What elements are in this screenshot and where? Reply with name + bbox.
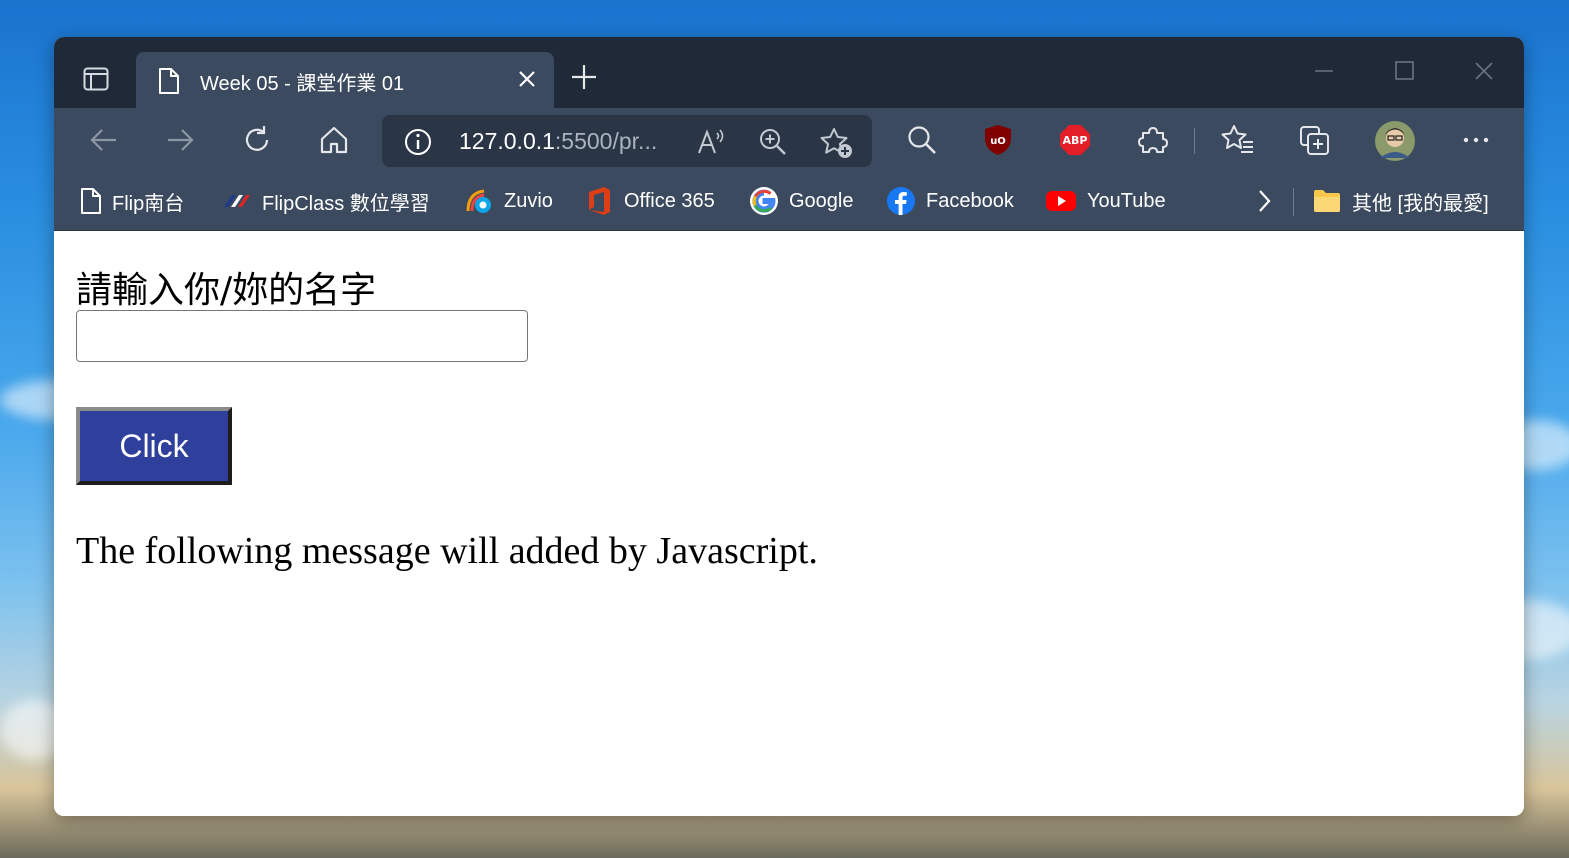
other-favorites-folder[interactable]: 其他 [我的最愛] [1312, 186, 1489, 216]
tab-actions-button[interactable] [74, 59, 118, 99]
office-icon [589, 187, 610, 215]
site-info-icon[interactable] [404, 128, 432, 156]
bookmark-youtube[interactable]: YouTube [1045, 186, 1166, 216]
name-prompt-label: 請輸入你/妳的名字 [76, 270, 377, 311]
avatar[interactable] [1374, 120, 1416, 162]
more-options-icon[interactable] [1460, 124, 1492, 156]
more-favorites-icon[interactable] [1254, 186, 1274, 216]
bookmark-facebook[interactable]: Facebook [886, 186, 1014, 216]
bookmark-google[interactable]: Google [749, 186, 854, 216]
close-tab-icon[interactable] [516, 68, 538, 90]
tab-strip: Week 05 - 課堂作業 01 [54, 37, 1524, 108]
svg-text:ABP: ABP [1063, 134, 1088, 147]
bookmark-flipclass[interactable]: FlipClass 數位學習 [222, 186, 430, 216]
name-input[interactable] [76, 310, 528, 362]
other-favorites-label: 其他 [我的最愛] [1352, 192, 1489, 215]
bookmark-label: Office 365 [624, 189, 715, 212]
ublock-origin-icon[interactable]: uO [983, 124, 1013, 156]
zoom-in-icon[interactable] [758, 127, 788, 157]
address-bar[interactable]: 127.0.0.1:5500/pr... [382, 115, 872, 167]
bookmark-flip-nantai[interactable]: Flip南台 [80, 186, 184, 216]
collections-icon[interactable] [1298, 124, 1332, 156]
bookmark-label: YouTube [1087, 189, 1166, 212]
tab-active[interactable]: Week 05 - 課堂作業 01 [136, 52, 554, 108]
url-text[interactable]: 127.0.0.1:5500/pr... [459, 128, 657, 155]
read-aloud-icon[interactable] [696, 127, 726, 157]
url-host: 127.0.0.1 [459, 128, 555, 154]
flipclass-icon [224, 195, 250, 207]
page-icon [81, 188, 101, 214]
vertical-tabs-icon [83, 67, 109, 91]
forward-icon[interactable] [164, 124, 196, 156]
favorites-separator [1293, 188, 1294, 216]
add-favorite-icon[interactable] [820, 127, 854, 159]
tab-title: Week 05 - 課堂作業 01 [200, 73, 405, 95]
close-window-icon[interactable] [1472, 59, 1496, 83]
adblock-plus-icon[interactable]: ABP [1059, 124, 1091, 156]
page-content: 請輸入你/妳的名字 Click The following message wi… [54, 231, 1524, 816]
bookmark-label: Facebook [926, 189, 1014, 212]
favorites-icon[interactable] [1221, 124, 1255, 156]
search-icon[interactable] [906, 124, 938, 156]
back-icon[interactable] [88, 124, 120, 156]
bookmark-zuvio[interactable]: Zuvio [464, 186, 553, 216]
bookmark-label: Zuvio [504, 189, 553, 212]
bookmark-label: Flip南台 [112, 192, 185, 215]
navigation-toolbar: 127.0.0.1:5500/pr... uO ABP [54, 108, 1524, 172]
bookmark-office-365[interactable]: Office 365 [586, 186, 715, 216]
url-path: :5500/pr... [554, 128, 658, 154]
minimize-icon[interactable] [1312, 59, 1336, 83]
click-button[interactable]: Click [76, 407, 232, 485]
youtube-icon [1046, 191, 1076, 211]
toolbar-separator [1194, 128, 1195, 154]
svg-text:uO: uO [990, 136, 1006, 147]
zuvio-icon [466, 189, 491, 213]
page-icon [158, 67, 180, 95]
bookmark-label: Google [789, 189, 854, 212]
maximize-icon[interactable] [1392, 59, 1416, 83]
bookmark-label: FlipClass 數位學習 [262, 192, 430, 215]
new-tab-icon[interactable] [570, 63, 598, 91]
folder-icon [1314, 190, 1340, 212]
browser-window: Week 05 - 課堂作業 01 127.0.0.1:5500/pr... u… [54, 37, 1524, 816]
refresh-icon[interactable] [241, 124, 273, 156]
extensions-icon[interactable] [1137, 124, 1169, 156]
google-icon [750, 187, 778, 215]
favorites-bar: Flip南台 FlipClass 數位學習 Zuvio Office 365 G… [54, 172, 1524, 231]
home-icon[interactable] [318, 124, 350, 156]
facebook-icon [887, 187, 915, 215]
message-text: The following message will added by Java… [76, 530, 818, 572]
